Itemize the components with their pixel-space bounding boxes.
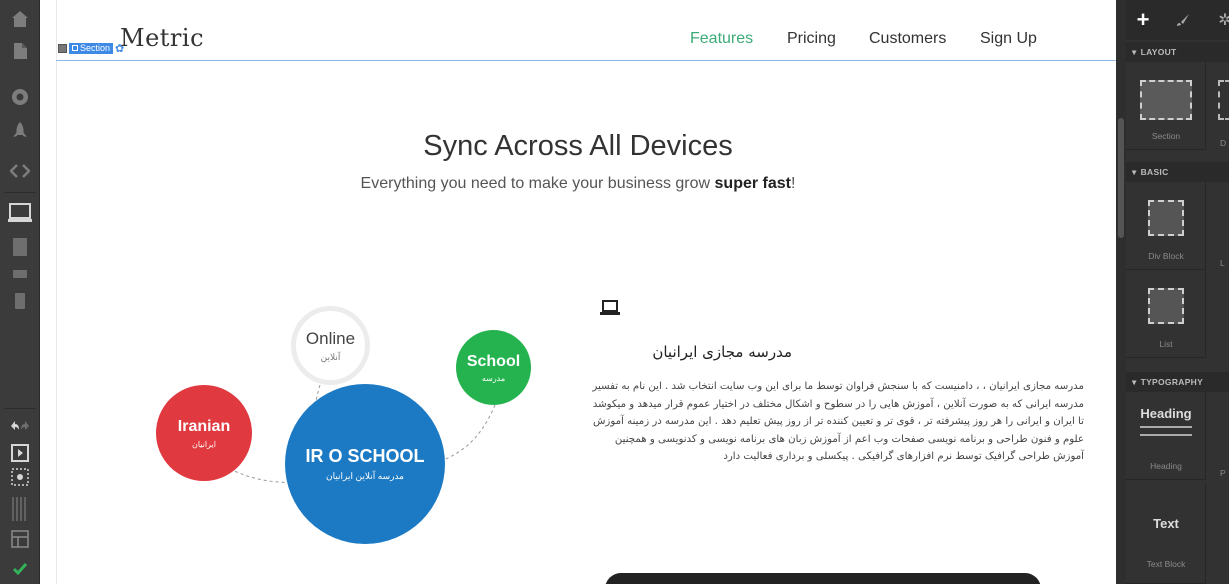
- panel-item-heading[interactable]: Heading Heading: [1126, 392, 1206, 480]
- undo-redo-icon[interactable]: [0, 414, 40, 438]
- circle-school: School مدرسه: [456, 330, 531, 405]
- phone-view-icon[interactable]: [0, 288, 40, 314]
- save-check-icon[interactable]: [0, 558, 40, 580]
- panel-item-div-block[interactable]: Div Block: [1126, 182, 1206, 270]
- add-elements-panel: + ✲ ▾ LAYOUT Section D ▾ BASIC Div Block L…: [1126, 0, 1229, 584]
- nav-link-sign-up[interactable]: Sign Up: [980, 30, 1037, 48]
- nav-link-customers[interactable]: Customers: [869, 30, 946, 48]
- text-preview: Text: [1153, 516, 1179, 531]
- desktop-view-icon[interactable]: [0, 200, 40, 226]
- heading-preview: Heading: [1140, 406, 1192, 421]
- circle-connectors: [209, 384, 496, 483]
- section-block-icon: [1140, 80, 1192, 120]
- device-mockup-top: [605, 573, 1041, 584]
- circle-online-subtitle: آنلاین: [320, 351, 341, 362]
- circle-main: IR O SCHOOL مدرسه آنلاین ایرانیان: [285, 384, 445, 544]
- add-plus-icon[interactable]: +: [1130, 0, 1156, 40]
- scrollbar-thumb[interactable]: [1118, 118, 1124, 238]
- layout-table-icon[interactable]: [0, 528, 40, 550]
- div-block-icon: [1148, 200, 1184, 236]
- feature-title: مدرسه مجازی ایرانیان: [652, 343, 792, 361]
- brand-logo[interactable]: Metric: [120, 24, 204, 52]
- panel-item-layout-peek-label[interactable]: D: [1220, 138, 1226, 148]
- pages-icon[interactable]: [0, 38, 40, 64]
- section-selection-outline: [56, 60, 1116, 61]
- circle-iranian-subtitle: ایرانیان: [191, 439, 217, 449]
- preview-eye-icon[interactable]: [0, 84, 40, 110]
- circle-online-title: Online: [305, 328, 356, 348]
- panel-section-typography[interactable]: ▾ TYPOGRAPHY: [1126, 372, 1229, 392]
- panel-item-list[interactable]: List: [1126, 270, 1206, 358]
- panel-item-text-block[interactable]: Text Text Block: [1126, 484, 1206, 584]
- publish-rocket-icon[interactable]: [0, 118, 40, 144]
- panel-tabs: + ✲: [1126, 0, 1229, 40]
- section-tag[interactable]: Section ✿: [58, 42, 124, 54]
- circle-iranian-title: Iranian: [177, 417, 231, 435]
- circle-school-title: School: [466, 352, 521, 370]
- play-preview-icon[interactable]: [0, 442, 40, 464]
- canvas-scrollbar[interactable]: [1116, 0, 1126, 584]
- style-brush-icon[interactable]: [1170, 0, 1196, 40]
- circle-online: Online آنلاین: [291, 306, 370, 385]
- section-handle-icon[interactable]: [58, 43, 67, 53]
- circle-main-title: IR O SCHOOL: [305, 446, 425, 466]
- tablet-view-icon[interactable]: [0, 234, 40, 260]
- panel-item-section[interactable]: Section: [1126, 62, 1229, 150]
- nav-link-pricing[interactable]: Pricing: [787, 30, 836, 48]
- left-toolbar: [0, 0, 40, 584]
- heading-lines-icon: [1140, 426, 1192, 436]
- circle-main-subtitle: مدرسه آنلاین ایرانیان: [325, 471, 405, 481]
- xray-eye-icon[interactable]: [0, 466, 40, 488]
- home-icon[interactable]: [0, 6, 40, 32]
- design-canvas: Section ✿ Metric Features Pricing Custom…: [40, 0, 1116, 584]
- panel-section-basic[interactable]: ▾ BASIC: [1126, 162, 1229, 182]
- circle-school-subtitle: مدرسه: [481, 373, 506, 383]
- grid-columns-icon[interactable]: [0, 494, 40, 524]
- panel-item-basic-peek-label[interactable]: L: [1220, 258, 1225, 268]
- section-square-icon: [72, 45, 78, 51]
- nav-link-features[interactable]: Features: [690, 30, 753, 48]
- settings-gear-icon[interactable]: ✲: [1212, 0, 1229, 40]
- panel-item-paragraph-peek-label[interactable]: P: [1220, 468, 1226, 478]
- list-block-icon: [1148, 288, 1184, 324]
- code-icon[interactable]: [0, 158, 40, 184]
- landscape-phone-view-icon[interactable]: [0, 264, 40, 284]
- hero-title: Sync Across All Devices: [423, 130, 733, 162]
- panel-section-layout[interactable]: ▾ LAYOUT: [1126, 42, 1229, 62]
- feature-body: مدرسه مجازی ایرانیان ، ، دامنیست که با س…: [592, 381, 1084, 463]
- section-tag-label: Section: [80, 42, 111, 53]
- circle-iranian: Iranian ایرانیان: [156, 385, 252, 481]
- hero-subtitle: Everything you need to make your busines…: [360, 175, 796, 192]
- laptop-icon: [599, 300, 621, 320]
